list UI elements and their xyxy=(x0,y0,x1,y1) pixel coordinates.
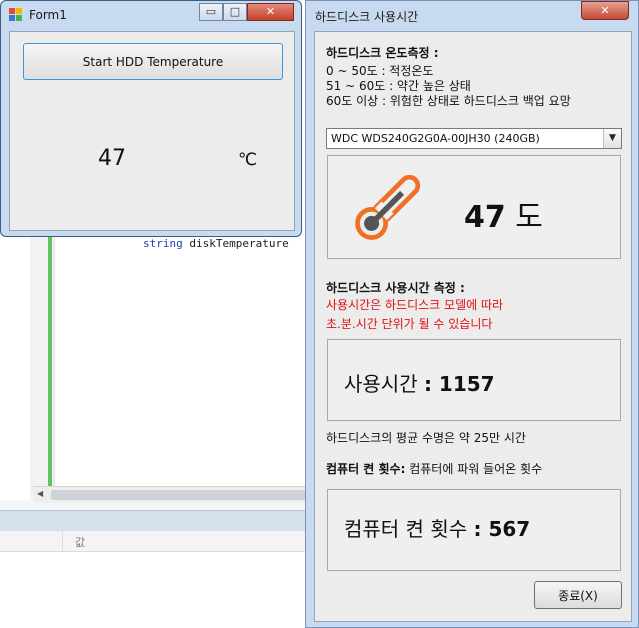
hdd-window-title: 하드디스크 사용시간 xyxy=(315,10,419,24)
temperature-range-line: 60도 이상 : 위험한 상태로 하드디스크 백업 요망 xyxy=(326,94,571,108)
power-count-description: 컴퓨터 켠 횟수: 컴퓨터에 파워 들어온 횟수 xyxy=(326,460,542,477)
hdd-temperature-display: 47 도 xyxy=(464,192,543,236)
editor-horizontal-scrollbar[interactable]: ◀ xyxy=(33,486,306,503)
hdd-close-button[interactable]: ✕ xyxy=(581,1,629,20)
temperature-section-title: 하드디스크 온도측정 : xyxy=(326,46,439,60)
change-indicator-bar xyxy=(48,230,52,492)
power-count-section-title: 컴퓨터 켠 횟수: xyxy=(326,462,406,476)
power-count-value: : 567 xyxy=(473,517,531,541)
thermometer-icon xyxy=(355,174,421,240)
hdd-client-area: 하드디스크 온도측정 : 0 ~ 50도 : 적정온도 51 ~ 60도 : 약… xyxy=(314,31,632,622)
usage-note-line: 사용시간은 하드디스크 모델에 따라 xyxy=(326,298,504,312)
usage-time-label: 사용시간 xyxy=(344,372,418,396)
maximize-button[interactable]: □ xyxy=(223,3,247,21)
start-hdd-temperature-button[interactable]: Start HDD Temperature xyxy=(23,43,283,80)
form1-title: Form1 xyxy=(29,8,67,22)
temperature-unit: ℃ xyxy=(238,150,258,170)
usage-time-value: : 1157 xyxy=(423,372,495,396)
properties-grid-header: 값 xyxy=(0,531,306,552)
power-count-label: 컴퓨터 켠 횟수 xyxy=(344,517,468,541)
hdd-usage-window: 하드디스크 사용시간 ✕ 하드디스크 온도측정 : 0 ~ 50도 : 적정온도… xyxy=(305,0,639,628)
code-keyword: string xyxy=(143,237,183,250)
form1-titlebar[interactable]: Form1 ▭ □ ✕ xyxy=(1,1,301,29)
scrollbar-thumb[interactable] xyxy=(51,490,306,500)
power-count-section-text: 컴퓨터에 파워 들어온 횟수 xyxy=(405,462,543,476)
minimize-button[interactable]: ▭ xyxy=(199,3,223,21)
code-identifier: diskTemperature xyxy=(182,237,289,250)
properties-grid: 값 xyxy=(0,531,306,628)
close-button[interactable]: ✕ xyxy=(247,3,294,21)
panel-tab-strip xyxy=(0,510,306,531)
column-separator xyxy=(62,531,63,551)
hdd-temperature-value: 47 xyxy=(464,200,506,235)
temperature-value: 47 xyxy=(98,146,126,171)
usage-note-line: 초.분.시간 단위가 될 수 있습니다 xyxy=(326,317,493,331)
temperature-panel: 47 도 xyxy=(327,155,621,259)
app-icon xyxy=(9,8,23,21)
form1-window: Form1 ▭ □ ✕ Start HDD Temperature 47 ℃ xyxy=(0,0,302,237)
lifespan-note: 하드디스크의 평균 수명은 약 25만 시간 xyxy=(326,431,526,445)
usage-section-title: 하드디스크 사용시간 측정 : xyxy=(326,281,465,295)
disk-select[interactable]: WDC WDS240G2G0A-00JH30 (240GB) ▼ xyxy=(326,128,622,149)
power-count-panel: 컴퓨터 켠 횟수 : 567 xyxy=(327,489,621,571)
power-count-display: 컴퓨터 켠 횟수 : 567 xyxy=(344,513,530,542)
hdd-temperature-unit: 도 xyxy=(515,200,543,235)
usage-time-display: 사용시간 : 1157 xyxy=(344,368,495,397)
exit-button[interactable]: 종료(X) xyxy=(534,581,622,609)
form1-client-area: Start HDD Temperature 47 ℃ xyxy=(9,31,295,231)
chevron-down-icon[interactable]: ▼ xyxy=(603,129,621,148)
value-column-header: 값 xyxy=(75,536,86,549)
disk-select-value: WDC WDS240G2G0A-00JH30 (240GB) xyxy=(331,132,540,145)
code-line: string diskTemperature xyxy=(143,237,289,250)
usage-time-panel: 사용시간 : 1157 xyxy=(327,339,621,421)
scroll-left-icon[interactable]: ◀ xyxy=(37,489,43,498)
